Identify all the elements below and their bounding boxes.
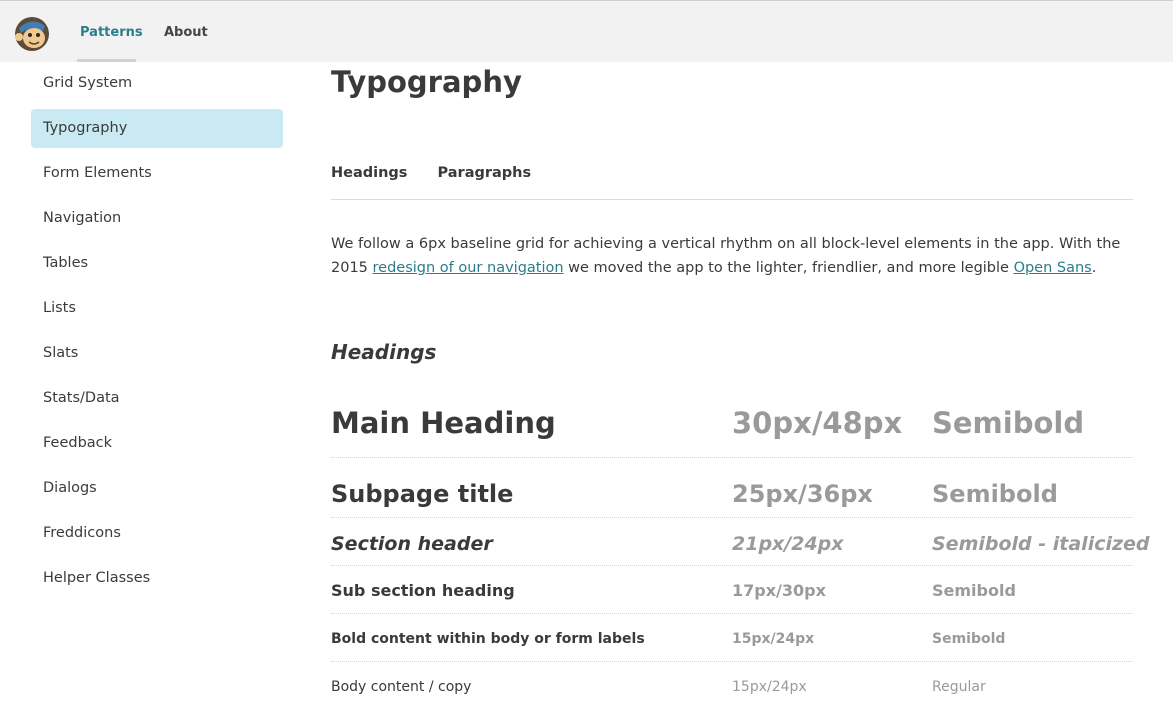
open-sans-link[interactable]: Open Sans [1014, 260, 1092, 276]
sidebar-item-stats-data[interactable]: Stats/Data [31, 379, 283, 418]
top-bar: Patterns About [0, 0, 1173, 62]
spec-weight: Regular [932, 679, 986, 695]
table-row: Bold content within body or form labels … [331, 614, 1133, 662]
sidebar-item-typography[interactable]: Typography [31, 109, 283, 148]
spec-size: 15px/24px [732, 679, 807, 695]
spec-name: Bold content within body or form labels [331, 631, 645, 647]
sidebar-item-navigation[interactable]: Navigation [31, 199, 283, 238]
table-row: Sub section heading 17px/30px Semibold [331, 566, 1133, 614]
sidebar-item-form-elements[interactable]: Form Elements [31, 154, 283, 193]
sidebar-item-dialogs[interactable]: Dialogs [31, 469, 283, 508]
section-tabs: Headings Paragraphs [331, 158, 1133, 200]
sidebar-item-tables[interactable]: Tables [31, 244, 283, 283]
table-row: Main Heading 30px/48px Semibold [331, 392, 1133, 458]
sidebar-item-feedback[interactable]: Feedback [31, 424, 283, 463]
spec-size: 17px/30px [732, 581, 826, 600]
tab-headings[interactable]: Headings [331, 158, 407, 188]
spec-weight: Semibold [932, 631, 1006, 647]
sidebar-item-helper-classes[interactable]: Helper Classes [31, 559, 283, 598]
sidebar-item-slats[interactable]: Slats [31, 334, 283, 373]
spec-name: Section header [331, 533, 493, 555]
redesign-link[interactable]: redesign of our navigation [373, 260, 564, 276]
tab-paragraphs[interactable]: Paragraphs [438, 158, 532, 188]
intro-text-2: we moved the app to the lighter, friendl… [563, 260, 1014, 276]
spec-size: 30px/48px [732, 406, 903, 440]
spec-size: 21px/24px [732, 533, 844, 555]
spec-name: Sub section heading [331, 581, 515, 600]
active-tab-indicator [77, 59, 136, 62]
spec-weight: Semibold [932, 406, 1085, 440]
table-row: Body content / copy 15px/24px Regular [331, 662, 1133, 710]
spec-name: Main Heading [331, 406, 556, 440]
intro-paragraph: We follow a 6px baseline grid for achiev… [331, 232, 1133, 280]
spec-size: 15px/24px [732, 631, 815, 647]
page-title: Typography [331, 65, 522, 99]
sidebar: Grid System Typography Form Elements Nav… [31, 64, 283, 604]
topnav-about[interactable]: About [164, 26, 208, 40]
sidebar-item-freddicons[interactable]: Freddicons [31, 514, 283, 553]
spec-weight: Semibold - italicized [932, 533, 1150, 555]
topnav-patterns[interactable]: Patterns [80, 26, 143, 40]
spec-name: Body content / copy [331, 679, 472, 695]
table-row: Section header 21px/24px Semibold - ital… [331, 518, 1150, 566]
table-row: Subpage title 25px/36px Semibold [331, 458, 1133, 518]
sidebar-item-lists[interactable]: Lists [31, 289, 283, 328]
spec-weight: Semibold [932, 581, 1016, 600]
typography-spec-table: Main Heading 30px/48px Semibold Subpage … [331, 392, 1150, 710]
intro-text-3: . [1091, 260, 1097, 276]
freddie-logo-icon[interactable] [13, 14, 51, 52]
sidebar-item-grid-system[interactable]: Grid System [31, 64, 283, 103]
headings-section-title: Headings [331, 340, 437, 364]
